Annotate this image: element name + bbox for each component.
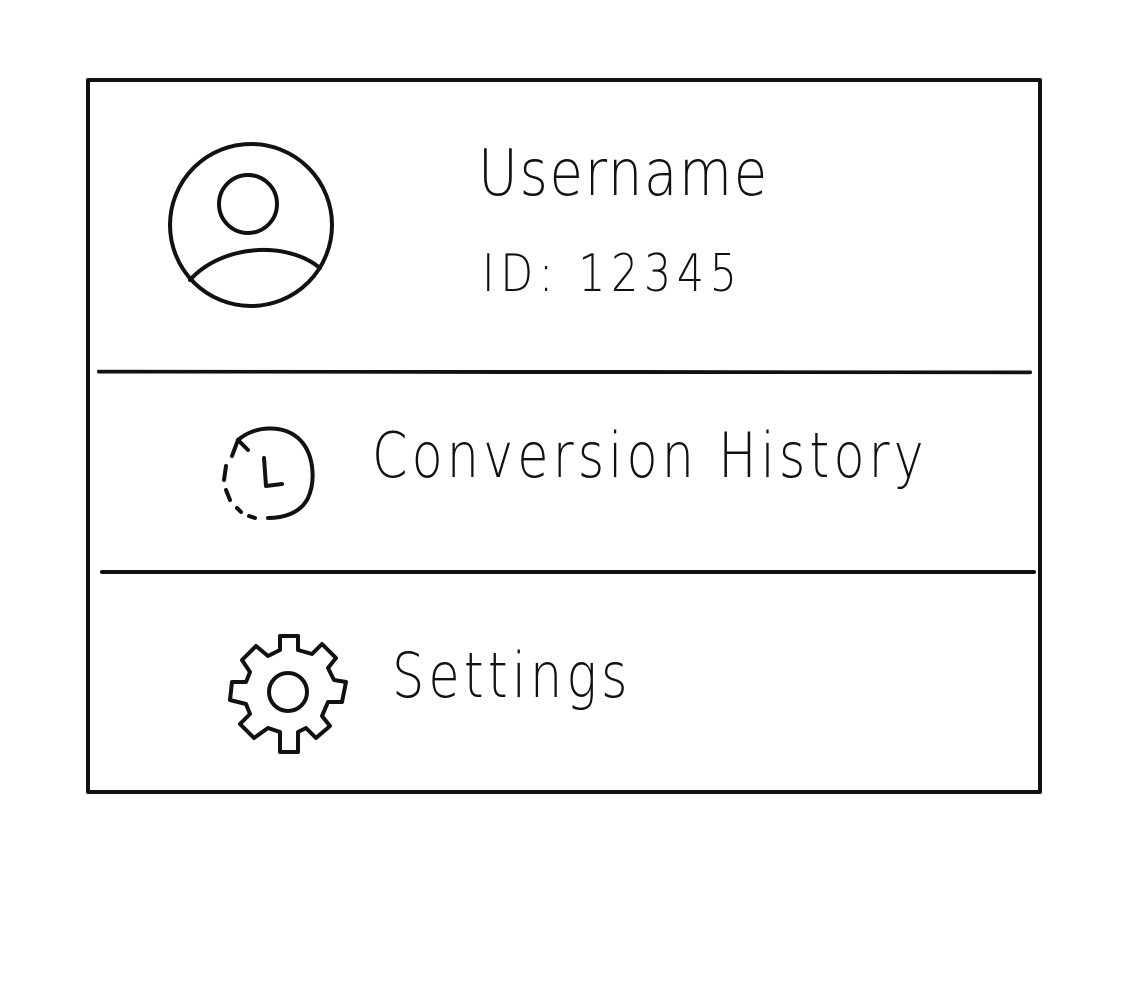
user-avatar-icon (168, 142, 334, 308)
menu-item-label: Conversion History (372, 419, 928, 492)
avatar[interactable] (166, 140, 336, 310)
gear-icon (224, 628, 352, 764)
profile-header: Username ID: 12345 (90, 82, 1038, 370)
menu-item-conversion-history[interactable]: Conversion History (90, 374, 1038, 570)
history-icon (212, 420, 320, 528)
menu-item-settings[interactable]: Settings (90, 574, 1038, 786)
user-id: ID: 12345 (482, 244, 743, 304)
username: Username (478, 137, 769, 211)
menu-item-label: Settings (392, 639, 632, 712)
profile-menu-panel: Username ID: 12345 Conversion History Se… (86, 78, 1042, 794)
